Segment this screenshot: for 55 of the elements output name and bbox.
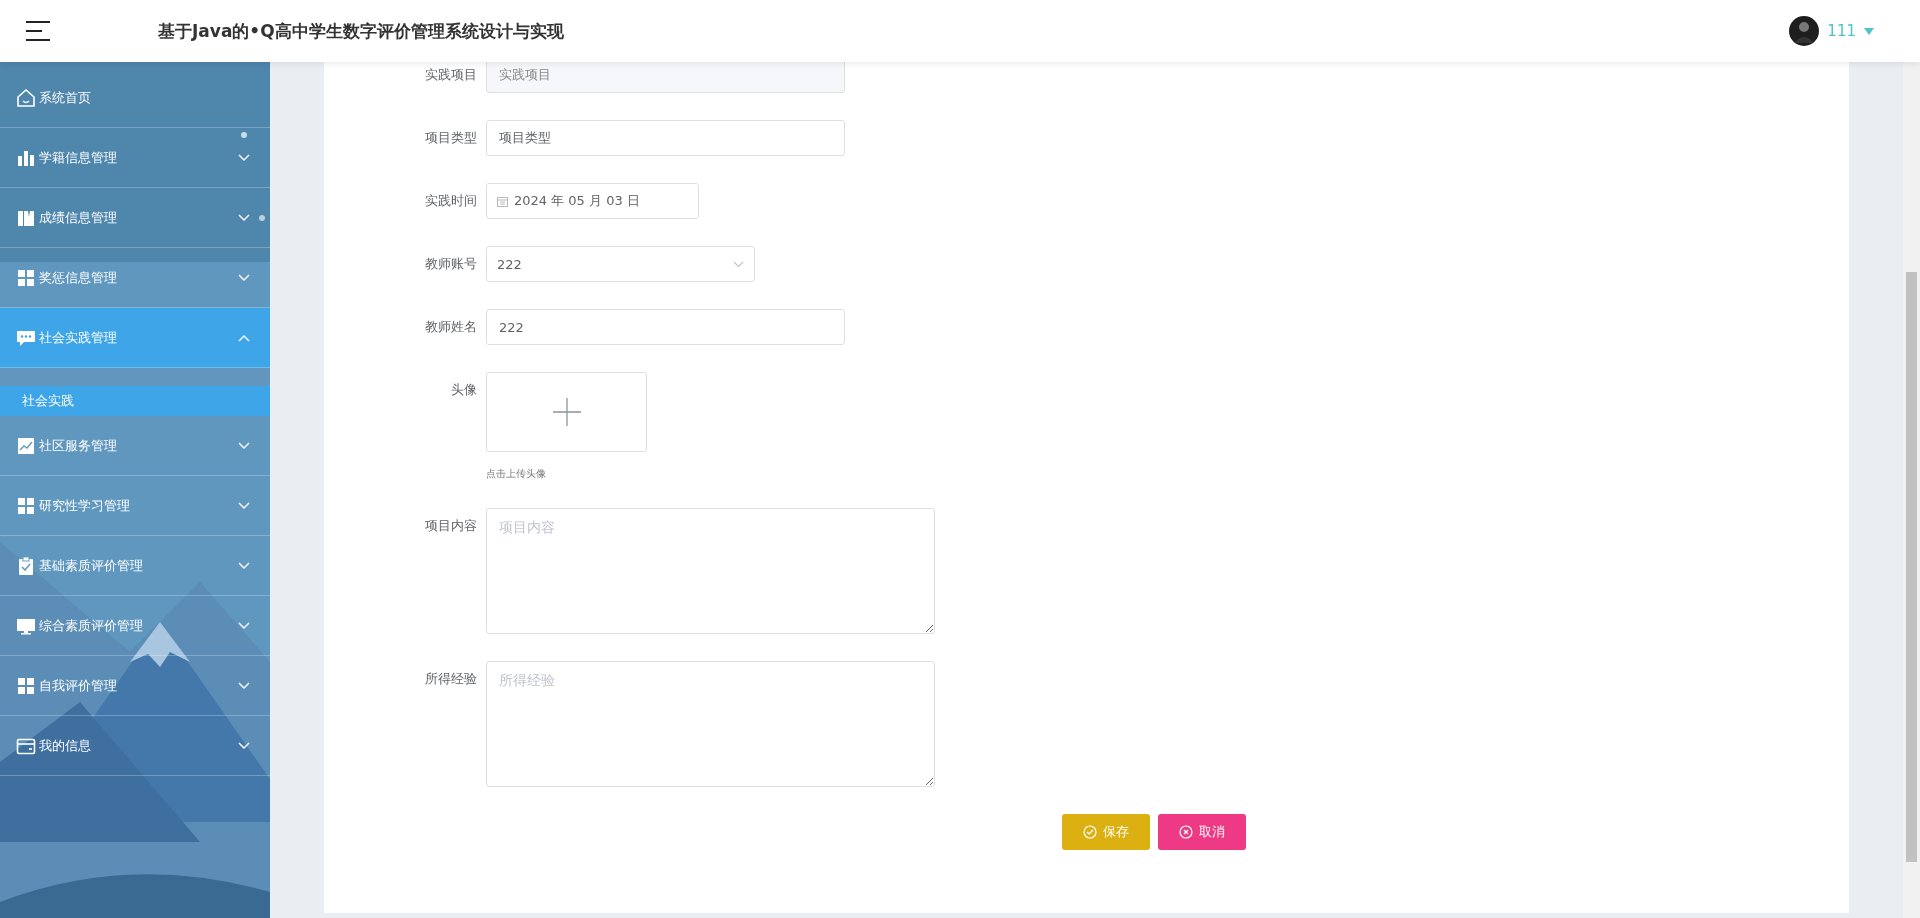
chevron-icon bbox=[238, 213, 250, 222]
save-button[interactable]: 保存 bbox=[1062, 814, 1150, 850]
select-field[interactable]: 222 bbox=[486, 246, 755, 282]
chevron-icon bbox=[238, 153, 250, 162]
scrollbar[interactable] bbox=[1903, 62, 1920, 918]
chevron-icon bbox=[238, 561, 250, 570]
app-title: 基于Java的•Q高中学生数字评价管理系统设计与实现 bbox=[158, 19, 564, 43]
caret-icon[interactable] bbox=[1864, 27, 1874, 35]
menu-item[interactable]: 基础素质评价管理 bbox=[0, 536, 270, 596]
menu-item[interactable]: 社会实践管理 bbox=[0, 308, 270, 368]
field-label: 项目类型 bbox=[424, 129, 478, 147]
menu-item[interactable]: 系统首页 bbox=[0, 68, 270, 128]
field-label: 教师账号 bbox=[424, 255, 478, 273]
chevron-icon bbox=[238, 621, 250, 630]
cancel-button[interactable]: 取消 bbox=[1158, 814, 1246, 850]
upload-hint: 点击上传头像 bbox=[486, 467, 547, 481]
chevron-icon bbox=[238, 501, 250, 510]
grid-icon bbox=[16, 495, 36, 516]
close-circle-icon bbox=[1179, 825, 1193, 839]
menu-item[interactable]: 自我评价管理 bbox=[0, 656, 270, 716]
chevron-icon bbox=[733, 260, 744, 268]
menu-item[interactable]: 成绩信息管理 bbox=[0, 188, 270, 248]
submenu-item[interactable]: 社会实践 bbox=[0, 386, 270, 416]
upload-box[interactable] bbox=[486, 372, 647, 452]
chevron-icon bbox=[238, 333, 250, 342]
field-label: 所得经验 bbox=[424, 670, 478, 688]
clipboard-icon bbox=[16, 555, 36, 576]
menu-icon[interactable] bbox=[26, 21, 50, 41]
avatar-icon bbox=[1789, 16, 1820, 46]
chevron-icon bbox=[238, 741, 250, 750]
calendar-icon bbox=[497, 195, 508, 207]
check-circle-icon bbox=[1083, 825, 1097, 839]
menu-item[interactable]: 社区服务管理 bbox=[0, 416, 270, 476]
text-area[interactable]: 项目内容 bbox=[486, 508, 935, 634]
chevron-icon bbox=[238, 273, 250, 282]
chevron-icon bbox=[238, 681, 250, 690]
menu-item[interactable]: 综合素质评价管理 bbox=[0, 596, 270, 656]
field-label: 实践项目 bbox=[424, 66, 478, 84]
plus-icon bbox=[552, 398, 581, 426]
text-area[interactable]: 所得经验 bbox=[486, 661, 935, 787]
grid-icon bbox=[16, 675, 36, 696]
field-label: 项目内容 bbox=[424, 517, 478, 535]
field-label: 教师姓名 bbox=[424, 318, 478, 336]
menu-item[interactable]: 我的信息 bbox=[0, 716, 270, 776]
text-field[interactable]: 222 bbox=[486, 309, 845, 345]
chevron-icon bbox=[238, 441, 250, 450]
menu-item[interactable]: 研究性学习管理 bbox=[0, 476, 270, 536]
field-label: 头像 bbox=[450, 381, 478, 399]
house-icon bbox=[16, 87, 36, 108]
menu-item[interactable]: 学籍信息管理 bbox=[0, 128, 270, 188]
grid-icon bbox=[16, 267, 36, 288]
user-name[interactable]: 111 bbox=[1827, 22, 1856, 40]
date-field[interactable]: 2024 年 05 月 03 日 bbox=[486, 183, 699, 219]
field-label: 实践时间 bbox=[424, 192, 478, 210]
text-field[interactable]: 项目类型 bbox=[486, 120, 845, 156]
